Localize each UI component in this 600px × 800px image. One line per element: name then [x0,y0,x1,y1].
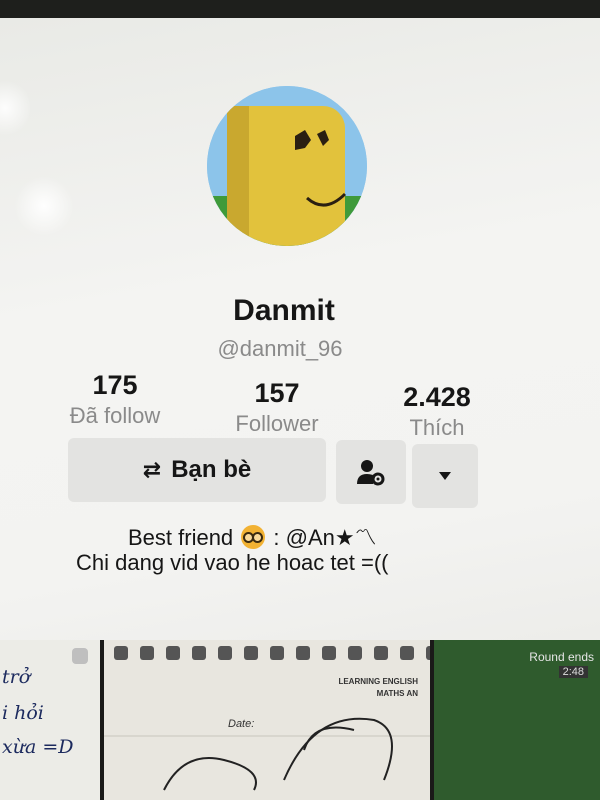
game-timer: 2:48 [558,666,588,678]
doodle-drawing [104,717,430,791]
likes-count: 2.428 [403,382,471,412]
friend-settings-button[interactable] [336,440,406,504]
game-round-label: Round ends [529,650,594,664]
pin-icon [72,648,88,664]
profile-screen: Danmit @danmit_96 175 Đã follow 157 Foll… [0,18,600,800]
handwriting-line: xừa =D [2,736,74,758]
screen-glare [14,176,74,236]
display-name: Danmit [233,294,335,327]
stat-likes[interactable]: 2.428 Thích [372,382,502,441]
handwriting-line: trở [2,666,31,688]
video-tile[interactable]: Round ends 2:48 [434,640,600,800]
video-tile[interactable]: trở i hỏi xừa =D [0,640,100,800]
followers-label: Follower [235,411,319,436]
person-gear-icon [357,460,385,486]
bio-line-1-prefix: Best friend [128,525,234,550]
likes-label: Thích [409,415,465,440]
friends-button[interactable]: ⇄ Bạn bè [68,438,326,502]
video-tile[interactable]: LEARNING ENGLISH MATHS AN Date: [104,640,430,800]
swap-arrows-icon: ⇄ [142,457,162,482]
stat-following[interactable]: 175 Đã follow [50,370,180,429]
video-grid: trở i hỏi xừa =D LEARNING ENGLISH MATHS … [0,640,600,800]
avatar[interactable] [207,86,367,246]
screen-glare [0,78,30,138]
bio-line-1-suffix: : @An★〽 [273,525,377,550]
stat-followers[interactable]: 157 Follower [212,378,342,437]
followers-count: 157 [254,378,300,408]
bio-line-2: Chi dang vid vao he hoac tet =(( [76,550,389,575]
more-options-button[interactable] [412,444,478,508]
bio-line-1: Best friend : @An★〽 [128,520,377,552]
friends-button-label: Bạn bè [171,456,252,483]
following-label: Đã follow [69,403,161,428]
username-handle: @danmit_96 [217,336,343,361]
following-count: 175 [92,370,138,400]
handwriting-line: i hỏi [2,702,44,724]
caret-down-icon [439,472,451,480]
nerd-face-emoji-icon [241,525,266,549]
